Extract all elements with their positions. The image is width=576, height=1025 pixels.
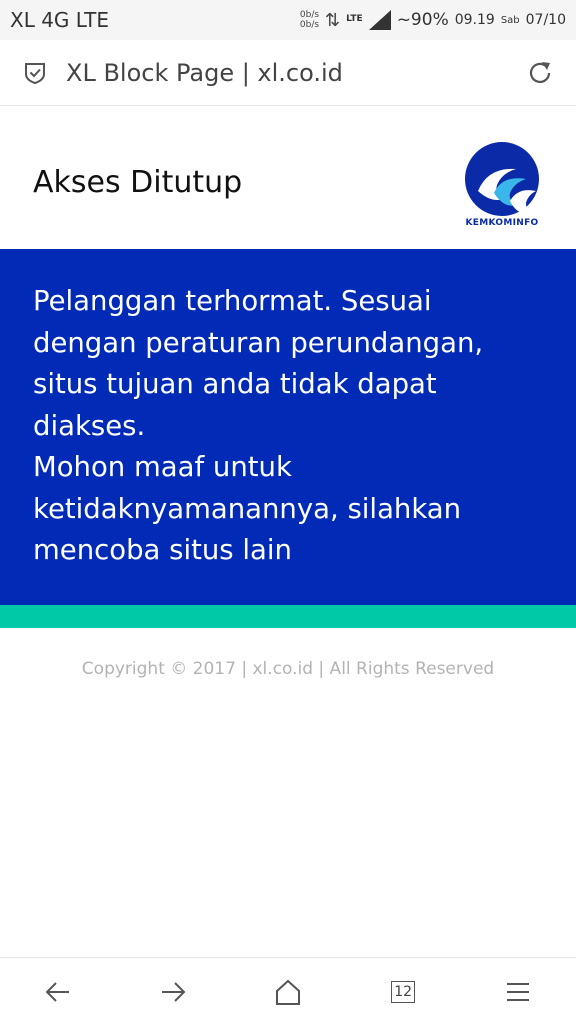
- upload-speed: 0b/s: [299, 10, 320, 20]
- tabs-icon: 12: [391, 980, 416, 1003]
- network-speed: 0b/s 0b/s: [300, 10, 319, 30]
- logo-label: KEMKOMINFO: [465, 218, 539, 228]
- notice-paragraph-2: Mohon maaf untuk ketidaknyamanannya, sil…: [33, 451, 462, 566]
- back-button[interactable]: [28, 962, 88, 1022]
- date-label: 07/10: [525, 12, 566, 28]
- carrier-label: XL 4G LTE: [10, 8, 110, 32]
- signal-icon: [368, 10, 391, 30]
- url-bar: XL Block Page | xl.co.id: [0, 40, 576, 106]
- copyright-text: Copyright © 2017 | xl.co.id | All Rights…: [81, 659, 495, 679]
- shield-check-icon[interactable]: [22, 60, 48, 86]
- status-bar: XL 4G LTE 0b/s 0b/s ⇅ LTE ~90% 09.19 Sab…: [0, 0, 576, 40]
- page-title-url[interactable]: XL Block Page | xl.co.id: [66, 59, 526, 87]
- accent-band: [0, 605, 576, 628]
- menu-button[interactable]: [488, 962, 548, 1022]
- menu-icon: [507, 982, 530, 1001]
- notice-paragraph-1: Pelanggan terhormat. Sesuai dengan perat…: [33, 285, 484, 442]
- home-button[interactable]: [258, 962, 318, 1022]
- bottom-nav: 12: [0, 957, 576, 1025]
- day-label: Sab: [500, 14, 520, 26]
- reload-icon[interactable]: [526, 59, 554, 87]
- status-indicators: 0b/s 0b/s ⇅ LTE ~90% 09.19 Sab 07/10: [300, 10, 566, 31]
- page-header: Akses Ditutup KEMKOMINFO: [0, 107, 576, 249]
- network-type: LTE: [346, 13, 363, 24]
- tabs-button[interactable]: 12: [373, 962, 433, 1022]
- forward-arrow-icon: [161, 981, 186, 1002]
- data-transfer-icon: ⇅: [325, 9, 341, 31]
- battery-level: ~90%: [396, 10, 449, 30]
- forward-button[interactable]: [143, 962, 203, 1022]
- clock: 09.19: [454, 12, 495, 28]
- page-title: Akses Ditutup: [33, 165, 243, 200]
- download-speed: 0b/s: [299, 20, 320, 30]
- notice-panel: Pelanggan terhormat. Sesuai dengan perat…: [0, 249, 576, 605]
- back-arrow-icon: [45, 981, 69, 1002]
- home-icon: [275, 979, 300, 1005]
